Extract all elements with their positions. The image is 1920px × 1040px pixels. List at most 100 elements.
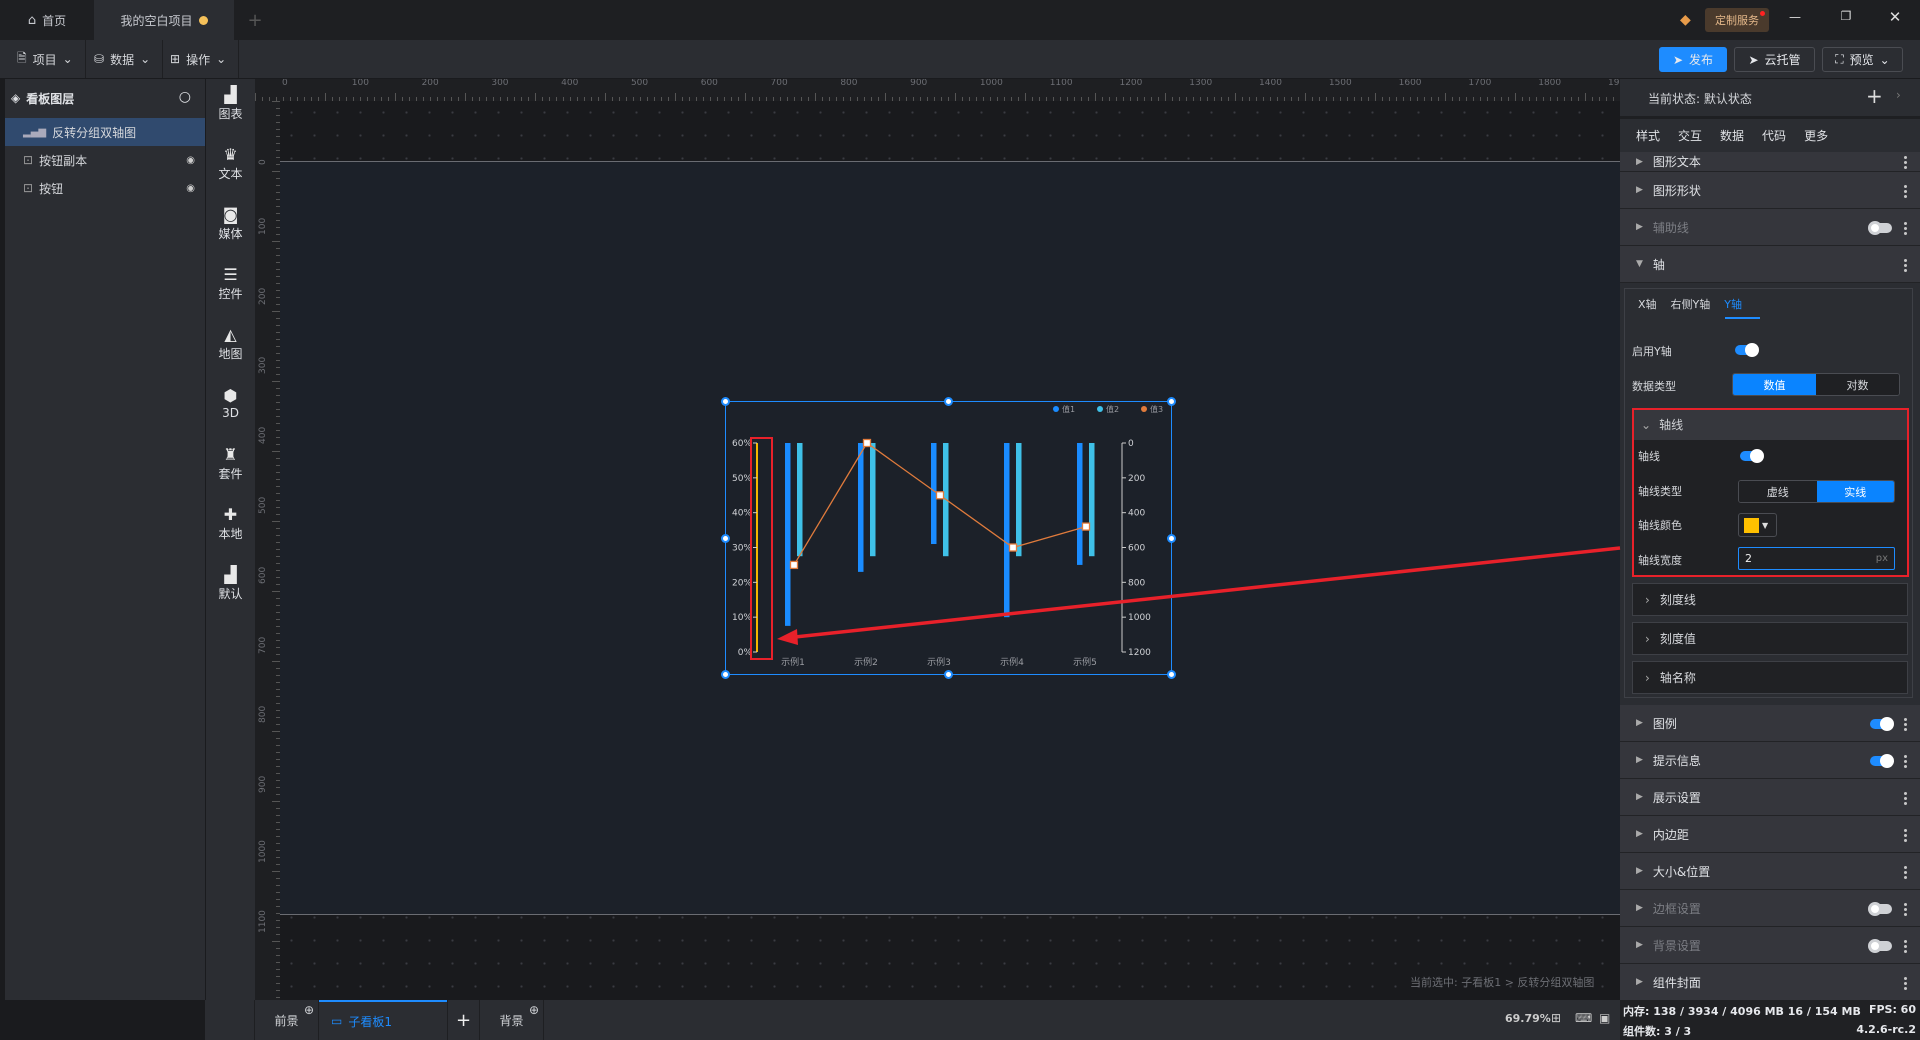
section-toggle[interactable] [1868, 938, 1892, 953]
more-options-icon[interactable] [1904, 221, 1908, 235]
enable-y-toggle[interactable] [1735, 343, 1759, 357]
more-options-icon[interactable] [1904, 258, 1908, 272]
section-rightpanel-sections_top-1[interactable]: ▶ 图形形状 [1620, 172, 1920, 209]
resize-handle[interactable] [944, 670, 953, 679]
resize-handle[interactable] [721, 670, 730, 679]
tab-2[interactable]: 数据 [1720, 127, 1744, 144]
resize-handle[interactable] [721, 397, 730, 406]
status-bar: 内存: 138 / 3934 / 4096 MB 16 / 154 MB FPS… [1620, 1000, 1920, 1040]
more-options-icon[interactable] [1904, 156, 1908, 169]
more-options-icon[interactable] [1904, 865, 1908, 879]
section-label: 背景设置 [1652, 938, 1701, 953]
add-circle-icon[interactable]: ⊕ [529, 1003, 539, 1017]
board-tab-label: 子看板1 [348, 1014, 392, 1029]
section-rightpanel-sections_top-2[interactable]: ▶ 辅助线 [1620, 209, 1920, 246]
caret-right-icon: ▶ [1636, 718, 1643, 728]
section-rightpanel-sections_bottom-7[interactable]: ▶ 组件封面 [1620, 964, 1920, 1001]
add-state-button[interactable]: + [1866, 84, 1883, 108]
caret-right-icon: ▶ [1636, 940, 1643, 950]
fit-screen-icon[interactable]: ⊞ [1551, 1011, 1561, 1025]
caret-right-icon: ▶ [1636, 866, 1643, 876]
more-options-icon[interactable] [1904, 939, 1908, 953]
board-tab-active[interactable]: ▭ 子看板1 [319, 1000, 447, 1040]
chart-selection-frame[interactable] [721, 397, 1176, 679]
subsection-2[interactable]: › 轴名称 [1632, 661, 1908, 694]
version-label: 4.2.6-rc.2 [1856, 1023, 1916, 1036]
board-icon: ▭ [331, 1014, 343, 1028]
caret-right-icon: ▶ [1636, 903, 1643, 913]
fps-status: FPS: 60 [1868, 1003, 1916, 1016]
resize-handle[interactable] [944, 397, 953, 406]
section-rightpanel-sections_bottom-2[interactable]: ▶ 展示设置 [1620, 779, 1920, 816]
keyboard-icon[interactable]: ⌨ [1575, 1011, 1592, 1025]
data-type-segmented: 数值 对数 [1732, 373, 1900, 396]
section-label: 轴 [1652, 257, 1665, 272]
state-label: 当前状态: [1648, 92, 1701, 106]
tab-1[interactable]: 交互 [1678, 127, 1702, 144]
section-rightpanel-sections_top-0[interactable]: ▶ 图形文本 [1620, 152, 1920, 172]
foreground-tab[interactable]: 前景 ⊕ [255, 1000, 319, 1040]
section-label: 组件封面 [1652, 975, 1701, 990]
enable-y-label: 启用Y轴 [1632, 345, 1672, 358]
section-label: 边框设置 [1652, 901, 1701, 916]
section-toggle[interactable] [1870, 716, 1894, 731]
section-rightpanel-sections_bottom-5[interactable]: ▶ 边框设置 [1620, 890, 1920, 927]
board-tabs-bar: 前景 ⊕ ▭ 子看板1 + 背景 ⊕ 69.79% ⊞ ⌨ ▣ [205, 1000, 1620, 1040]
section-toggle[interactable] [1870, 753, 1894, 768]
data-type-value[interactable]: 数值 [1733, 374, 1816, 395]
subsection-0[interactable]: › 刻度线 [1632, 583, 1908, 616]
section-label: 大小&位置 [1652, 864, 1711, 879]
background-tab[interactable]: 背景 ⊕ [480, 1000, 544, 1040]
section-rightpanel-sections_bottom-4[interactable]: ▶ 大小&位置 [1620, 853, 1920, 890]
subsection-label: 刻度线 [1659, 593, 1696, 607]
axis-tab-0[interactable]: X轴 [1638, 296, 1657, 312]
current-state: 当前状态: 默认状态 [1648, 90, 1752, 107]
resize-handle[interactable] [1167, 534, 1176, 543]
section-rightpanel-sections_bottom-6[interactable]: ▶ 背景设置 [1620, 927, 1920, 964]
caret-right-icon: ▶ [1636, 829, 1643, 839]
tab-4[interactable]: 更多 [1804, 127, 1828, 144]
tab-3[interactable]: 代码 [1762, 127, 1786, 144]
caret-right-icon: ▶ [1636, 156, 1643, 167]
chevron-right-icon[interactable]: › [1896, 88, 1901, 102]
more-options-icon[interactable] [1904, 828, 1908, 842]
data-type-log[interactable]: 对数 [1816, 374, 1899, 395]
more-options-icon[interactable] [1904, 976, 1908, 990]
bottom-spacer [205, 1000, 255, 1040]
caret-right-icon: ▶ [1636, 185, 1643, 195]
section-rightpanel-sections_top-3[interactable]: ▼ 轴 [1620, 246, 1920, 283]
resize-handle[interactable] [1167, 670, 1176, 679]
add-board-button[interactable]: + [447, 1000, 480, 1040]
subsection-1[interactable]: › 刻度值 [1632, 622, 1908, 655]
section-rightpanel-sections_bottom-0[interactable]: ▶ 图例 [1620, 705, 1920, 742]
terminal-icon[interactable]: ▣ [1599, 1011, 1610, 1025]
panel-tabs: 样式 交互 数据 代码 更多 [1636, 119, 1828, 152]
caret-right-icon: ▶ [1636, 792, 1643, 802]
add-circle-icon[interactable]: ⊕ [304, 1003, 314, 1017]
zoom-level[interactable]: 69.79% [1505, 1012, 1551, 1025]
section-toggle[interactable] [1868, 220, 1892, 235]
caret-right-icon: ▶ [1636, 755, 1643, 765]
subsection-label: 轴名称 [1659, 671, 1696, 685]
more-options-icon[interactable] [1904, 791, 1908, 805]
more-options-icon[interactable] [1904, 902, 1908, 916]
subsection-label: 刻度值 [1659, 632, 1696, 646]
chevron-right-icon: › [1645, 670, 1650, 685]
section-rightpanel-sections_bottom-1[interactable]: ▶ 提示信息 [1620, 742, 1920, 779]
state-value[interactable]: 默认状态 [1704, 92, 1752, 106]
section-label: 图形文本 [1652, 155, 1701, 169]
section-toggle[interactable] [1868, 901, 1892, 916]
tab-0[interactable]: 样式 [1636, 127, 1660, 144]
axis-tabs: X轴 右侧Y轴 Y轴 [1638, 296, 1742, 312]
more-options-icon[interactable] [1904, 184, 1908, 198]
caret-right-icon: ▶ [1636, 222, 1643, 232]
component-count: 组件数: 3 / 3 [1623, 1025, 1692, 1038]
more-options-icon[interactable] [1904, 717, 1908, 731]
more-options-icon[interactable] [1904, 754, 1908, 768]
axis-tab-2[interactable]: Y轴 [1724, 296, 1742, 312]
resize-handle[interactable] [721, 534, 730, 543]
section-rightpanel-sections_bottom-3[interactable]: ▶ 内边距 [1620, 816, 1920, 853]
resize-handle[interactable] [1167, 397, 1176, 406]
axis-tab-1[interactable]: 右侧Y轴 [1671, 296, 1711, 312]
memory-status: 内存: 138 / 3934 / 4096 MB 16 / 154 MB [1623, 1005, 1861, 1018]
